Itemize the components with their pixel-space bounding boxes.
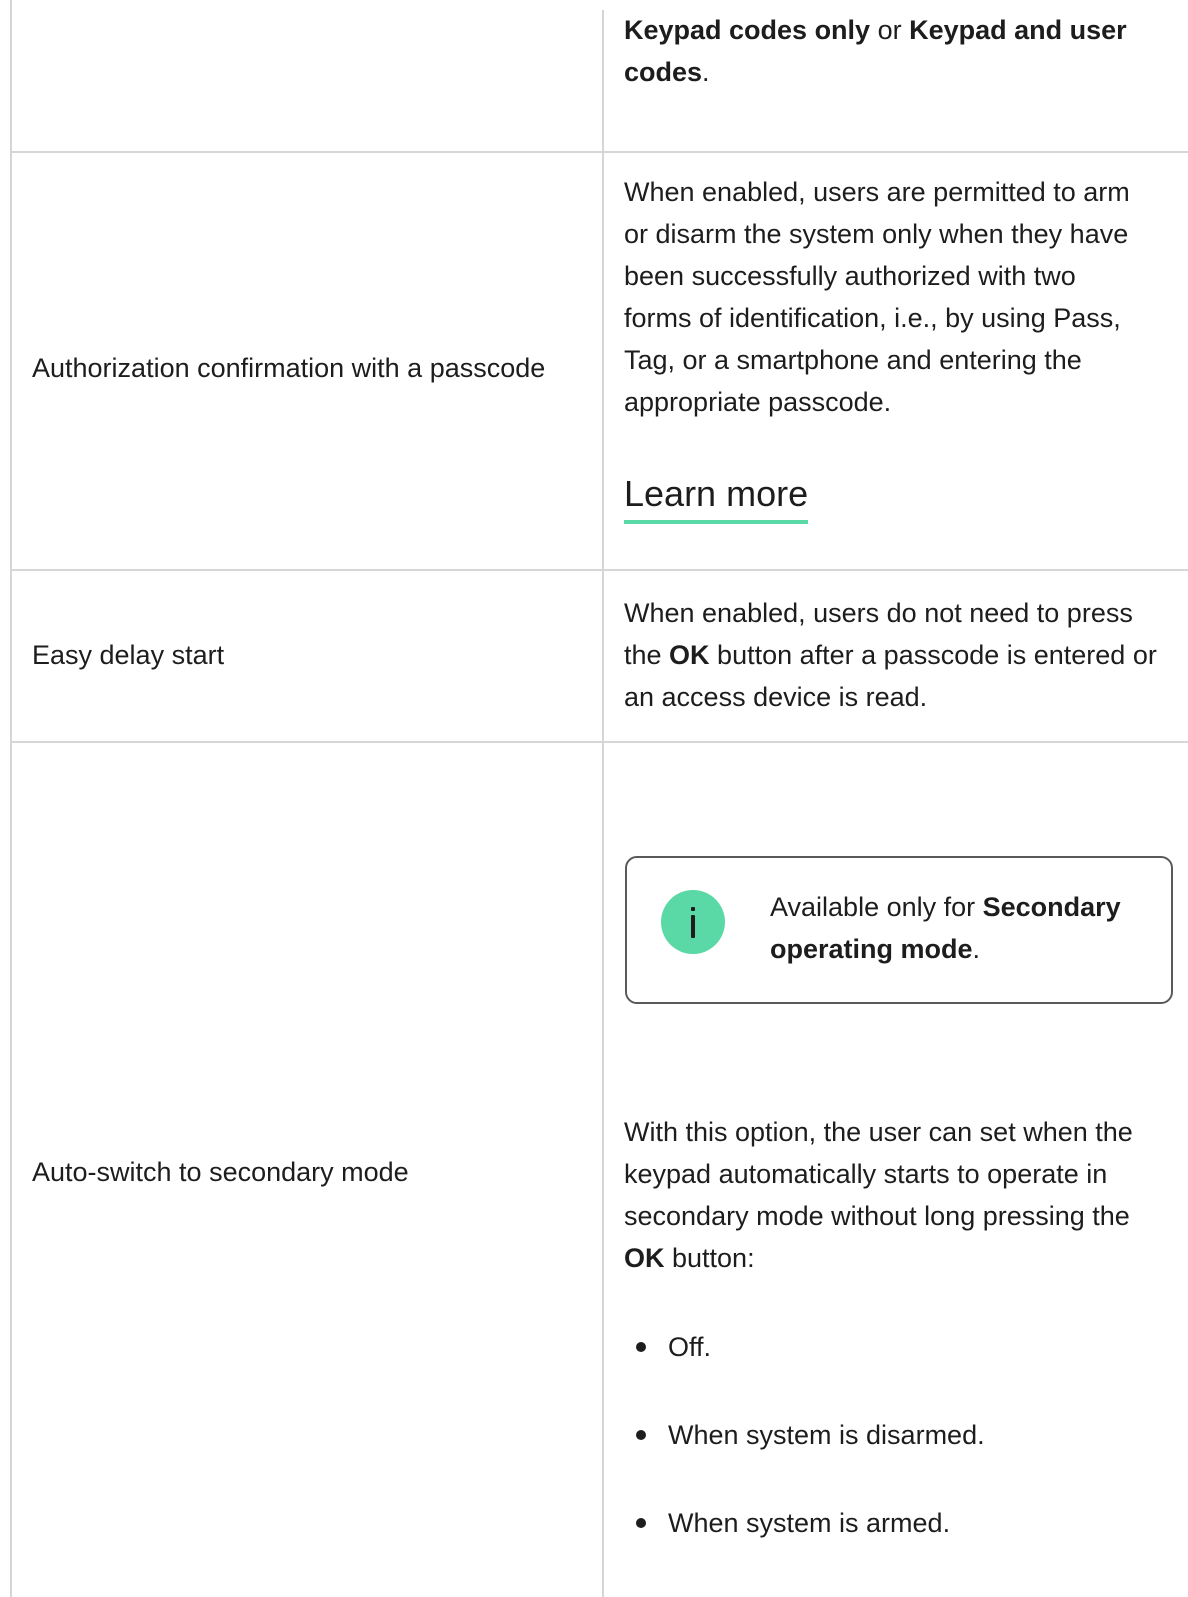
row-divider (10, 741, 1188, 743)
bullet-icon (636, 1430, 646, 1440)
list-item-label: Off. (668, 1332, 712, 1362)
description-line: the OK button after a passcode is entere… (624, 634, 1169, 676)
description-line: Tag, or a smartphone and entering the (624, 345, 1082, 375)
row-divider (10, 569, 1188, 571)
setting-name-authorization-confirmation: Authorization confirmation with a passco… (32, 353, 546, 383)
info-icon-bar (691, 915, 695, 938)
learn-more-link[interactable]: Learn more (624, 470, 809, 524)
description-line: or disarm the system only when they have (624, 219, 1129, 249)
description-line: keypad automatically starts to operate i… (624, 1159, 1108, 1189)
description-line: appropriate passcode. (624, 387, 892, 417)
row-2-description: When enabled, users are permitted to arm… (624, 171, 1169, 423)
description-line: forms of identification, i.e., by using … (624, 303, 1121, 333)
row-3-description: When enabled, users do not need to press… (624, 592, 1169, 718)
text-or: or (870, 15, 910, 45)
row-divider (10, 151, 1188, 153)
bullet-icon (636, 1518, 646, 1528)
auto-switch-options-list: Off. When system is disarmed. When syste… (624, 1326, 985, 1590)
row-4-description: With this option, the user can set when … (624, 1111, 1169, 1279)
info-icon (661, 890, 725, 954)
list-item: When system is disarmed. (624, 1414, 985, 1456)
description-line: an access device is read. (624, 682, 928, 712)
description-line: secondary mode without long pressing the (624, 1201, 1130, 1231)
option-keypad-codes-only: Keypad codes only (624, 15, 871, 45)
list-item-label: When system is armed. (668, 1508, 951, 1538)
secondary-mode-label-cont: operating mode (770, 934, 973, 964)
text: the (624, 640, 670, 670)
bullet-icon (636, 1342, 646, 1352)
period: . (972, 934, 981, 964)
info-icon-dot (691, 907, 695, 911)
text: Available only for (770, 892, 983, 922)
text: button: (664, 1243, 755, 1273)
table-column-divider (602, 10, 604, 1597)
list-item: When system is armed. (624, 1502, 985, 1544)
secondary-mode-label: Secondary (982, 892, 1121, 922)
row-1-description: Keypad codes only or Keypad and user code… (624, 9, 1169, 93)
description-line: OK button: (624, 1237, 1169, 1279)
description-line: been successfully authorized with two (624, 261, 1076, 291)
period: . (702, 57, 710, 87)
ok-button-reference: OK (669, 640, 710, 670)
info-note-text: Available only for Secondary operating mo… (770, 886, 1150, 970)
list-item-label: When system is disarmed. (668, 1420, 985, 1450)
ok-button-reference: OK (624, 1243, 665, 1273)
option-keypad-and-user-codes-cont: codes (624, 57, 703, 87)
list-item: Off. (624, 1326, 985, 1368)
description-line: When enabled, users do not need to press (624, 598, 1133, 628)
description-line: With this option, the user can set when … (624, 1117, 1133, 1147)
option-keypad-and-user-codes: Keypad and user (909, 15, 1127, 45)
setting-name-auto-switch-secondary-mode: Auto-switch to secondary mode (32, 1157, 409, 1187)
description-line: When enabled, users are permitted to arm (624, 177, 1130, 207)
info-note: Available only for Secondary operating mo… (625, 856, 1173, 1004)
settings-table: Keypad codes only or Keypad and user code… (0, 0, 1188, 1597)
setting-name-easy-delay-start: Easy delay start (32, 640, 225, 670)
table-left-border (10, 0, 12, 1597)
text: button after a passcode is entered or (709, 640, 1157, 670)
